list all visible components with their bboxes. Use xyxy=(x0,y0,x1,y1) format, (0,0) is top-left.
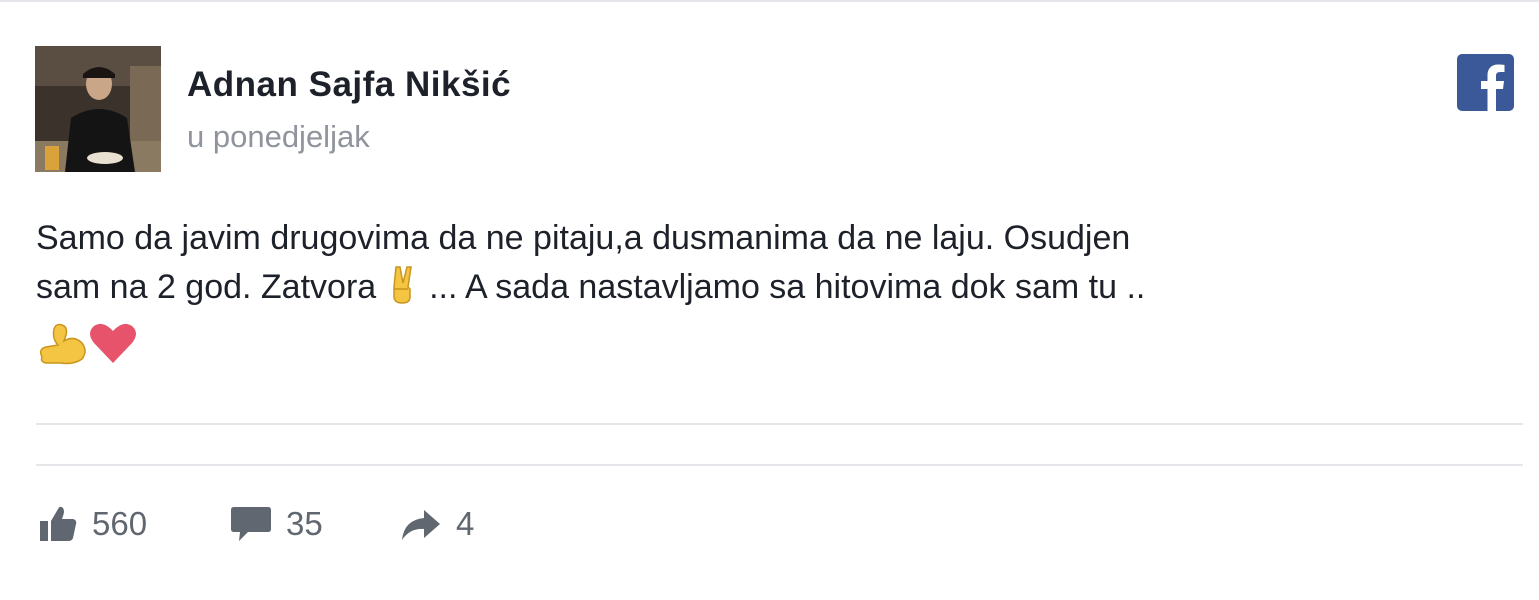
divider-bottom xyxy=(36,464,1523,466)
post-text-segment: sam na 2 god. Zatvora xyxy=(36,268,377,306)
post-text-line-2: sam na 2 god. Zatvora ... A sada nastavl… xyxy=(36,263,1496,319)
like-count: 560 xyxy=(92,505,148,542)
divider-top xyxy=(36,423,1523,425)
facebook-post-card: Adnan Sajfa Nikšić u ponedjeljak Samo da… xyxy=(0,0,1539,600)
facebook-logo-icon[interactable] xyxy=(1457,54,1514,111)
like-stat[interactable]: 560 xyxy=(38,505,147,543)
share-stat[interactable]: 4 xyxy=(400,505,474,543)
comment-stat[interactable]: 35 xyxy=(230,505,323,543)
flexed-biceps-emoji-icon xyxy=(36,319,88,379)
share-count: 4 xyxy=(456,505,475,542)
victory-hand-emoji-icon xyxy=(386,265,420,319)
comment-count: 35 xyxy=(286,505,323,542)
post-text-segment: ... A sada nastavljamo sa hitovima dok s… xyxy=(429,268,1146,306)
post-text-line-3 xyxy=(36,319,1496,379)
post-author-name[interactable]: Adnan Sajfa Nikšić xyxy=(187,65,511,105)
post-timestamp[interactable]: u ponedjeljak xyxy=(187,119,370,155)
red-heart-emoji-icon xyxy=(88,321,138,379)
author-avatar[interactable] xyxy=(35,46,161,172)
post-text-line-1: Samo da javim drugovima da ne pitaju,a d… xyxy=(36,219,1131,257)
share-arrow-icon xyxy=(400,506,442,542)
comment-bubble-icon xyxy=(230,505,272,543)
post-body: Samo da javim drugovima da ne pitaju,a d… xyxy=(36,214,1496,379)
thumbs-up-icon xyxy=(38,505,78,543)
